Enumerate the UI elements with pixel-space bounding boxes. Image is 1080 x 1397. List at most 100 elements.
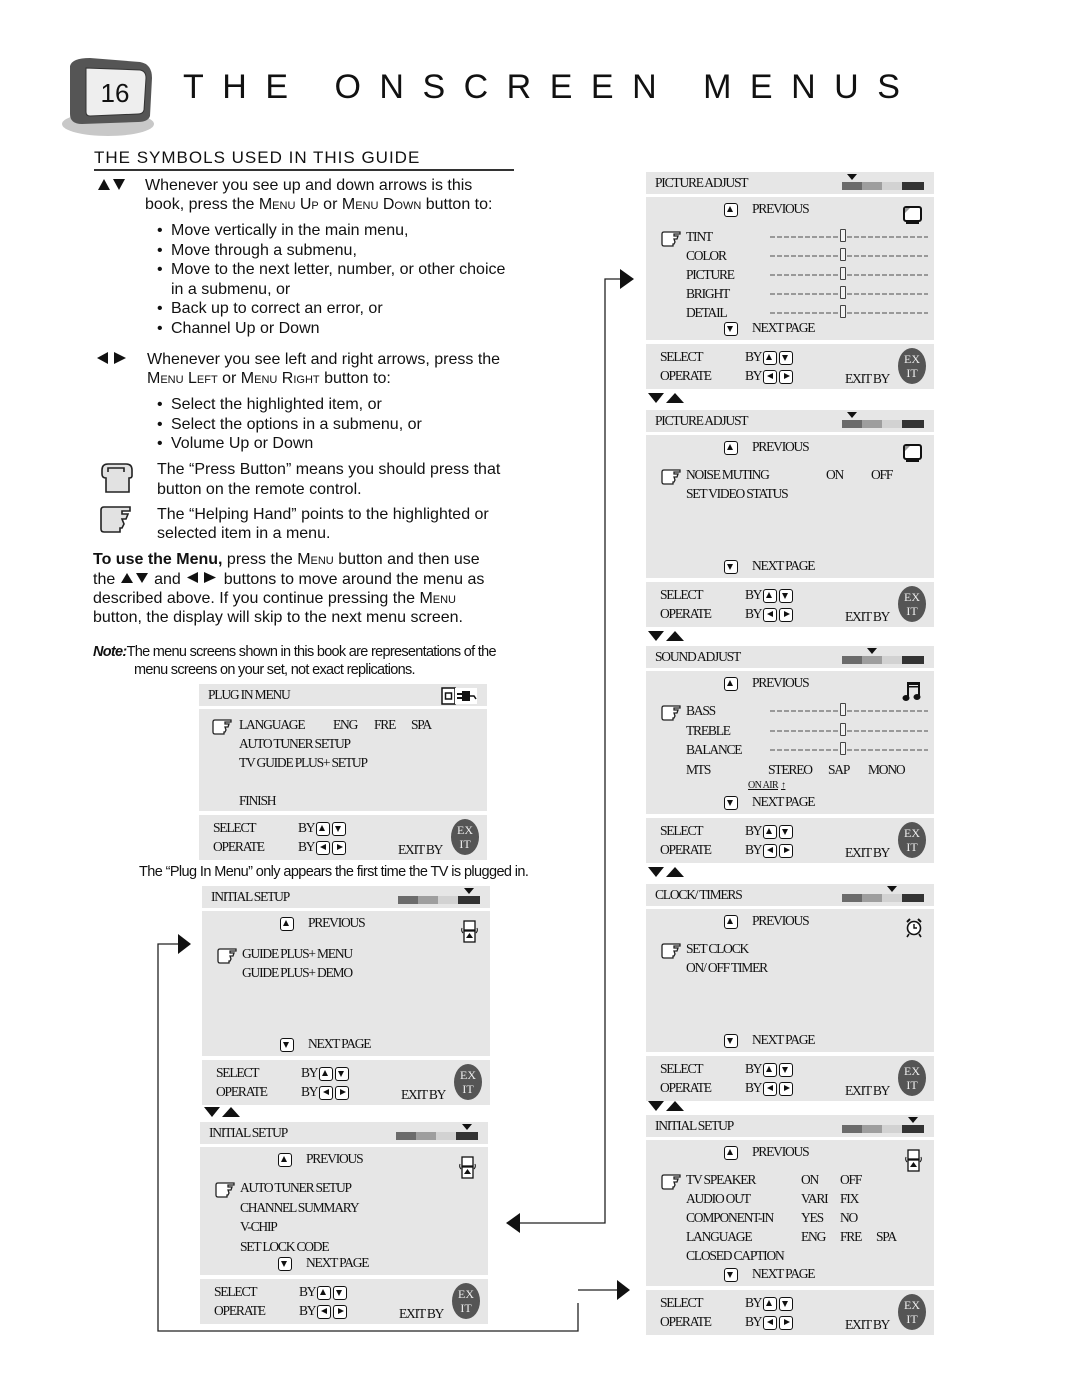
option-vari[interactable]: VARI bbox=[801, 1191, 829, 1207]
operate-label: OPERATE bbox=[660, 842, 712, 857]
menu-item-balance[interactable]: BALANCE bbox=[686, 742, 743, 758]
bass-slider[interactable] bbox=[770, 703, 928, 716]
menu-item-auto-tuner-setup[interactable]: AUTO TUNER SETUP bbox=[240, 1180, 352, 1196]
menu-item-v-chip[interactable]: V-CHIP bbox=[240, 1219, 278, 1235]
next-page-button[interactable]: NEXT PAGE bbox=[724, 320, 816, 336]
option-sap[interactable]: SAP bbox=[828, 762, 850, 778]
menu-item-tv-speaker[interactable]: TV SPEAKER bbox=[686, 1172, 756, 1188]
menu-item-bright[interactable]: BRIGHT bbox=[686, 286, 730, 302]
menu-item-set-clock[interactable]: SET CLOCK bbox=[686, 941, 749, 957]
option-spa[interactable]: SPA bbox=[411, 717, 432, 733]
slider-knob[interactable] bbox=[840, 229, 846, 242]
option-on[interactable]: ON bbox=[801, 1172, 819, 1188]
next-page-button[interactable]: NEXT PAGE bbox=[724, 558, 816, 574]
previous-label: PREVIOUS bbox=[752, 1144, 810, 1159]
option-fre[interactable]: FRE bbox=[374, 717, 396, 733]
menu-item-guide-plus-demo[interactable]: GUIDE PLUS+ DEMO bbox=[242, 965, 353, 981]
exit-button-icon[interactable]: EX IT bbox=[454, 1064, 482, 1100]
previous-button[interactable]: PREVIOUS bbox=[724, 201, 810, 217]
bright-slider[interactable] bbox=[770, 286, 928, 299]
slider-knob[interactable] bbox=[840, 703, 846, 716]
menu-item-picture[interactable]: PICTURE bbox=[686, 267, 735, 283]
exit-button-icon[interactable]: EX IT bbox=[898, 1294, 926, 1330]
balance-slider[interactable] bbox=[770, 742, 928, 755]
color-slider[interactable] bbox=[770, 248, 928, 261]
option-stereo[interactable]: STEREO bbox=[768, 762, 813, 778]
treble-slider[interactable] bbox=[770, 722, 928, 736]
next-page-button[interactable]: NEXT PAGE bbox=[724, 794, 816, 810]
clock-timers-menu-screen: CLOCK/ TIMERS PREVIOUS SET CLOCK ON/ OFF TI… bbox=[646, 884, 934, 1101]
helping-hand-line2: selected item in a menu. bbox=[157, 525, 331, 542]
option-spa[interactable]: SPA bbox=[876, 1229, 897, 1245]
menu-item-color[interactable]: COLOR bbox=[686, 248, 727, 264]
menu-item-closed-caption[interactable]: CLOSED CAPTION bbox=[686, 1248, 785, 1264]
picture-slider[interactable] bbox=[770, 267, 928, 280]
detail-slider[interactable] bbox=[770, 305, 928, 318]
option-mono[interactable]: MONO bbox=[868, 762, 906, 778]
previous-button[interactable]: PREVIOUS bbox=[724, 1144, 810, 1160]
down-button-icon bbox=[724, 795, 738, 810]
note-line2: menu screens on your set, not exact repl… bbox=[134, 662, 416, 678]
menu-item-treble[interactable]: TREBLE bbox=[686, 723, 731, 739]
menu-item-auto-tuner-setup[interactable]: AUTO TUNER SETUP bbox=[239, 736, 351, 752]
next-page-button[interactable]: NEXT PAGE bbox=[280, 1036, 372, 1052]
option-fre[interactable]: FRE bbox=[840, 1229, 862, 1245]
down-up-flow-arrows-icon bbox=[648, 1099, 684, 1111]
previous-button[interactable]: PREVIOUS bbox=[724, 675, 810, 691]
menu-item-tv-guide-plus-setup[interactable]: TV GUIDE PLUS+ SETUP bbox=[239, 755, 368, 771]
menu-body: PREVIOUS TV SPEAKER ON OFF AUDIO OUT VARI FIX C… bbox=[646, 1140, 934, 1286]
menu-item-bass[interactable]: BASS bbox=[686, 703, 716, 719]
exit-button-icon[interactable]: EX IT bbox=[452, 1283, 480, 1319]
menu-item-language[interactable]: LANGUAGE bbox=[686, 1229, 753, 1245]
previous-button[interactable]: PREVIOUS bbox=[724, 913, 810, 929]
left-button-icon bbox=[763, 1081, 778, 1096]
menu-item-component-in[interactable]: COMPONENT-IN bbox=[686, 1210, 774, 1226]
next-page-button[interactable]: NEXT PAGE bbox=[724, 1032, 816, 1048]
select-by: BY bbox=[298, 820, 348, 836]
menu-item-channel-summary[interactable]: CHANNEL SUMMARY bbox=[240, 1200, 360, 1216]
previous-button[interactable]: PREVIOUS bbox=[278, 1151, 364, 1167]
menu-tab-4 bbox=[458, 896, 480, 904]
menu-item-guide-plus-menu[interactable]: GUIDE PLUS+ MENU bbox=[242, 946, 353, 962]
previous-button[interactable]: PREVIOUS bbox=[724, 439, 810, 455]
exit-button-icon[interactable]: EX IT bbox=[898, 822, 926, 858]
next-page-button[interactable]: NEXT PAGE bbox=[278, 1255, 370, 1271]
menu-title: INITIAL SETUP bbox=[209, 1125, 288, 1140]
option-no[interactable]: NO bbox=[840, 1210, 858, 1226]
menu-item-set-video-status[interactable]: SET VIDEO STATUS bbox=[686, 486, 789, 502]
option-off[interactable]: OFF bbox=[840, 1172, 862, 1188]
operate-by: BY bbox=[745, 368, 795, 384]
up-button-icon bbox=[763, 1062, 778, 1077]
menu-item-detail[interactable]: DETAIL bbox=[686, 305, 728, 321]
previous-button[interactable]: PREVIOUS bbox=[280, 915, 366, 931]
menu-item-finish[interactable]: FINISH bbox=[239, 793, 277, 809]
menu-item-tint[interactable]: TINT bbox=[686, 229, 713, 245]
next-page-button[interactable]: NEXT PAGE bbox=[724, 1266, 816, 1282]
menu-item-noise-muting[interactable]: NOISE MUTING bbox=[686, 467, 770, 483]
operate-label: OPERATE bbox=[213, 839, 265, 854]
option-on[interactable]: ON bbox=[826, 467, 844, 483]
tint-slider[interactable] bbox=[770, 229, 928, 242]
option-fix[interactable]: FIX bbox=[840, 1191, 859, 1207]
operate-label: OPERATE bbox=[660, 1080, 712, 1095]
menu-item-mts[interactable]: MTS bbox=[686, 762, 711, 778]
menu-item-on-off-timer[interactable]: ON/ OFF TIMER bbox=[686, 960, 768, 976]
option-eng[interactable]: ENG bbox=[801, 1229, 826, 1245]
menu-item-set-lock-code[interactable]: SET LOCK CODE bbox=[240, 1239, 330, 1255]
menu-item-language[interactable]: LANGUAGE bbox=[239, 717, 306, 733]
slider-knob[interactable] bbox=[840, 248, 846, 261]
slider-knob[interactable] bbox=[840, 305, 846, 318]
slider-knob[interactable] bbox=[840, 722, 846, 736]
option-eng[interactable]: ENG bbox=[333, 717, 358, 733]
exit-button-icon[interactable]: EX IT bbox=[898, 1060, 926, 1096]
exit-button-icon[interactable]: EX IT bbox=[898, 586, 926, 622]
option-yes[interactable]: YES bbox=[801, 1210, 824, 1226]
exit-button-icon[interactable]: EX IT bbox=[451, 819, 479, 855]
press-button-line1: The “Press Button” means you should pres… bbox=[157, 461, 501, 478]
option-off[interactable]: OFF bbox=[871, 467, 893, 483]
slider-knob[interactable] bbox=[840, 267, 846, 280]
slider-knob[interactable] bbox=[840, 742, 846, 755]
menu-item-audio-out[interactable]: AUDIO OUT bbox=[686, 1191, 751, 1207]
exit-button-icon[interactable]: EX IT bbox=[898, 348, 926, 384]
slider-knob[interactable] bbox=[840, 286, 846, 299]
